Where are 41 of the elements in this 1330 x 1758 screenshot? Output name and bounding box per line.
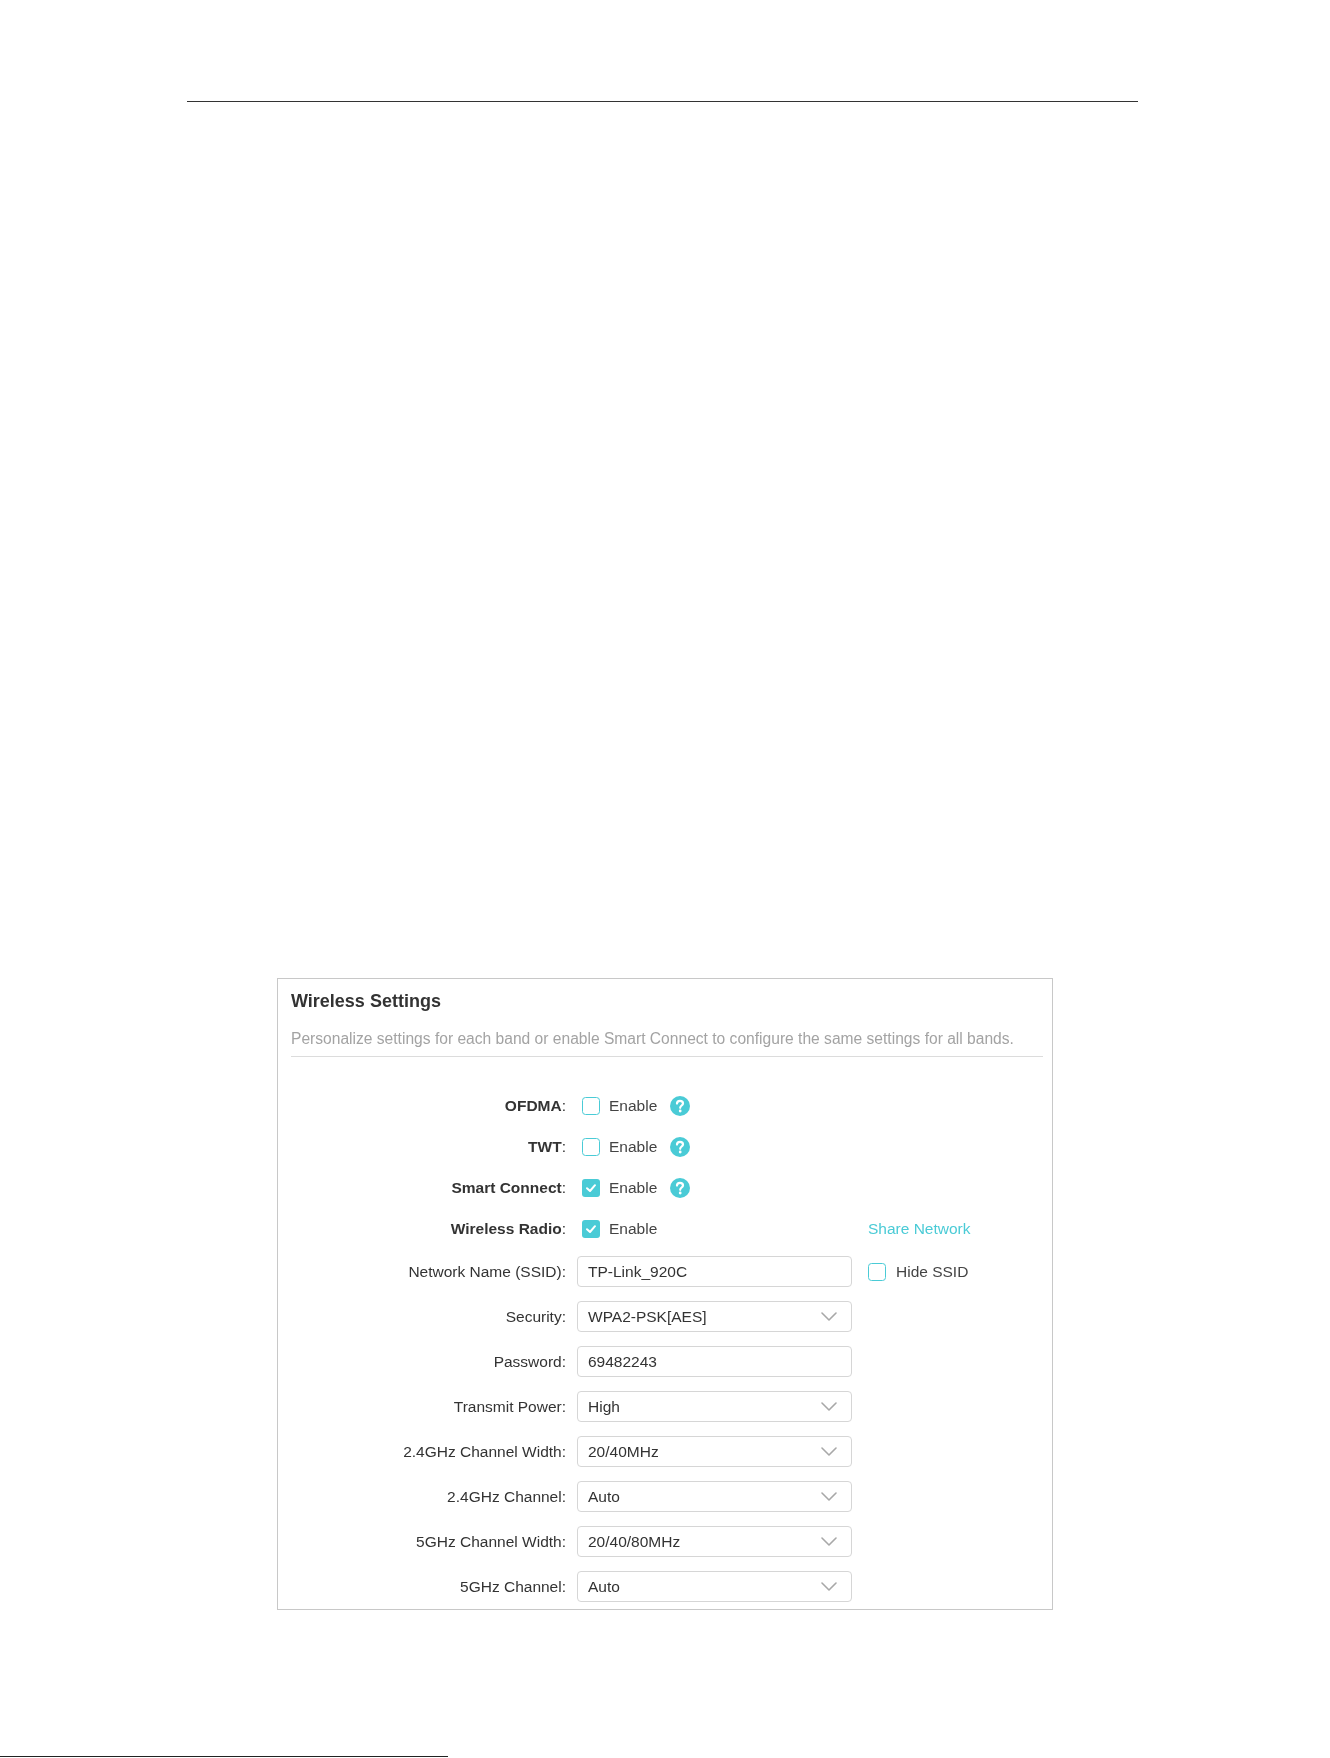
field-label: 5GHz Channel Width:	[415, 1531, 566, 1552]
dropdown[interactable]: 20/40MHz	[577, 1436, 852, 1467]
field-label: Password:	[492, 1351, 566, 1372]
field-label: Transmit Power:	[452, 1396, 566, 1417]
field-label: TWT:	[527, 1136, 566, 1157]
dropdown[interactable]: Auto	[577, 1571, 852, 1602]
help-icon[interactable]	[670, 1095, 691, 1116]
chevron-down-icon	[821, 1492, 837, 1501]
chevron-down-icon	[821, 1402, 837, 1411]
field-label: 2.4GHz Channel:	[446, 1486, 566, 1507]
field-label: Network Name (SSID):	[407, 1261, 566, 1282]
checkbox[interactable]	[582, 1096, 600, 1115]
checkbox[interactable]	[582, 1137, 600, 1156]
text-field[interactable]: 69482243	[577, 1346, 852, 1377]
field-label: Security:	[504, 1306, 566, 1327]
field-label: 5GHz Channel:	[459, 1576, 566, 1597]
field-label: 2.4GHz Channel Width:	[402, 1441, 566, 1462]
dropdown[interactable]: High	[577, 1391, 852, 1422]
chevron-down-icon	[821, 1537, 837, 1546]
help-icon[interactable]	[670, 1136, 691, 1157]
checkbox-label: Enable	[609, 1095, 658, 1116]
field-label: OFDMA:	[503, 1095, 566, 1116]
chevron-down-icon	[821, 1582, 837, 1591]
help-icon[interactable]	[670, 1177, 691, 1198]
checkbox-label: Enable	[609, 1136, 658, 1157]
chevron-down-icon	[821, 1312, 837, 1321]
checkbox[interactable]	[582, 1178, 600, 1197]
checkbox[interactable]	[582, 1219, 600, 1238]
panel-description: Personalize settings for each band or enable Smart Connect to configure the same settings for all bands.	[291, 1029, 1015, 1049]
panel-title: Wireless Settings	[291, 990, 442, 1013]
dropdown[interactable]: 20/40/80MHz	[577, 1526, 852, 1557]
field-label: Wireless Radio:	[449, 1218, 566, 1239]
field-label: Smart Connect:	[450, 1177, 566, 1198]
checkbox-label: Hide SSID	[896, 1261, 969, 1282]
dropdown[interactable]: WPA2-PSK[AES]	[577, 1301, 852, 1332]
checkbox[interactable]	[868, 1262, 886, 1281]
checkbox-label: Enable	[609, 1218, 658, 1239]
text-field[interactable]: TP-Link_920C	[577, 1256, 852, 1287]
checkbox-label: Enable	[609, 1177, 658, 1198]
chevron-down-icon	[821, 1447, 837, 1456]
dropdown[interactable]: Auto	[577, 1481, 852, 1512]
